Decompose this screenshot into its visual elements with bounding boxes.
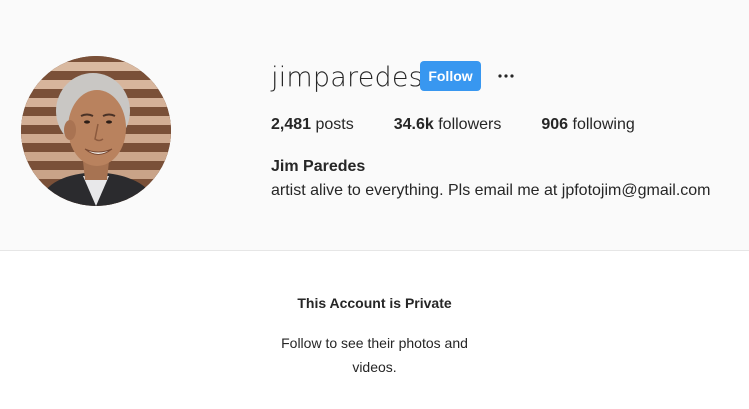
posts-count: 2,481 — [271, 116, 312, 133]
following-count: 906 — [541, 116, 569, 133]
following-stat[interactable]: 906 following — [541, 116, 634, 134]
followers-count: 34.6k — [393, 116, 434, 133]
posts-stat: 2,481 posts — [271, 116, 354, 134]
profile-stats: 2,481 posts 34.6k followers 906 followin… — [271, 116, 635, 134]
more-options-button[interactable] — [494, 66, 518, 86]
private-notice-title: This Account is Private — [297, 295, 452, 311]
followers-stat[interactable]: 34.6k followers — [394, 116, 502, 134]
private-notice-text: Follow to see their photos and videos. — [281, 335, 468, 375]
profile-username: jimparedes — [271, 62, 423, 93]
more-options-icon — [498, 74, 514, 78]
avatar-photo — [21, 56, 171, 206]
follow-button[interactable]: Follow — [420, 61, 481, 91]
followers-label: followers — [433, 116, 502, 133]
posts-label: posts — [311, 116, 354, 133]
following-label: following — [568, 116, 635, 133]
profile-avatar[interactable] — [21, 56, 171, 206]
profile-bio: artist alive to everything. Pls email me… — [271, 182, 711, 199]
profile-header: jimparedes Follow 2,481 posts 34.6k foll… — [0, 0, 749, 251]
profile-full-name: Jim Paredes — [271, 158, 366, 175]
private-account-notice: This Account is Private Follow to see th… — [0, 295, 749, 379]
